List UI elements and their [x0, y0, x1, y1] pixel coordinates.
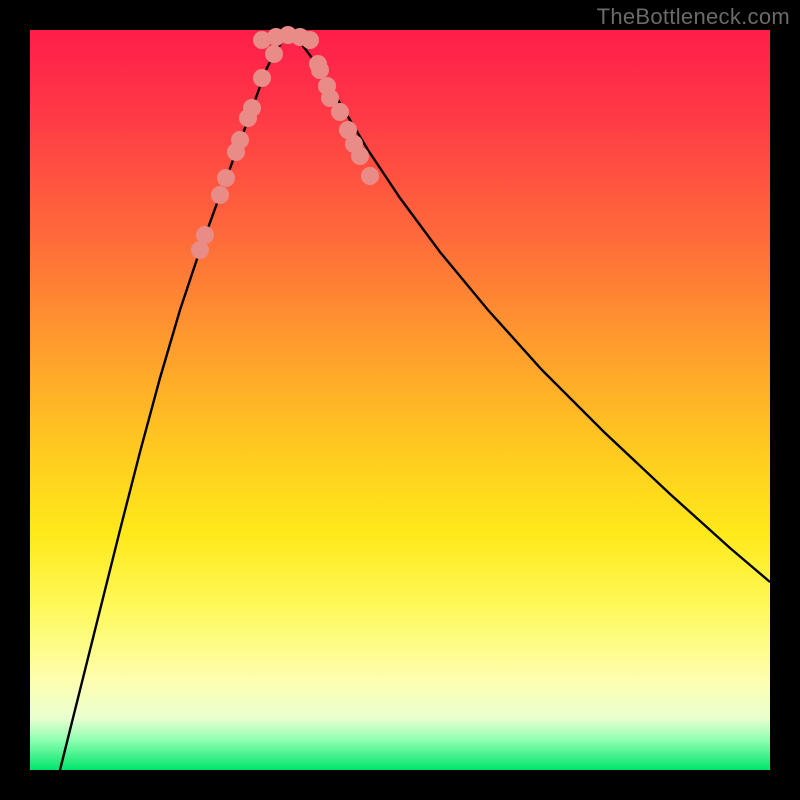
plot-area — [30, 30, 770, 770]
marker-dot — [253, 69, 271, 87]
marker-dot — [345, 135, 363, 153]
watermark-text: TheBottleneck.com — [597, 4, 790, 30]
marker-dot — [321, 89, 339, 107]
marker-dot — [265, 45, 283, 63]
marker-dot — [211, 186, 229, 204]
marker-dot — [196, 226, 214, 244]
marker-dot — [217, 169, 235, 187]
marker-dot — [301, 31, 319, 49]
left-curve-path — [60, 33, 290, 770]
marker-dot — [243, 99, 261, 117]
marker-dot — [361, 167, 379, 185]
curves-svg — [30, 30, 770, 770]
marker-group — [191, 26, 379, 259]
marker-dot — [309, 55, 327, 73]
right-curve-path — [290, 33, 770, 582]
chart-frame: TheBottleneck.com — [0, 0, 800, 800]
marker-dot — [231, 131, 249, 149]
